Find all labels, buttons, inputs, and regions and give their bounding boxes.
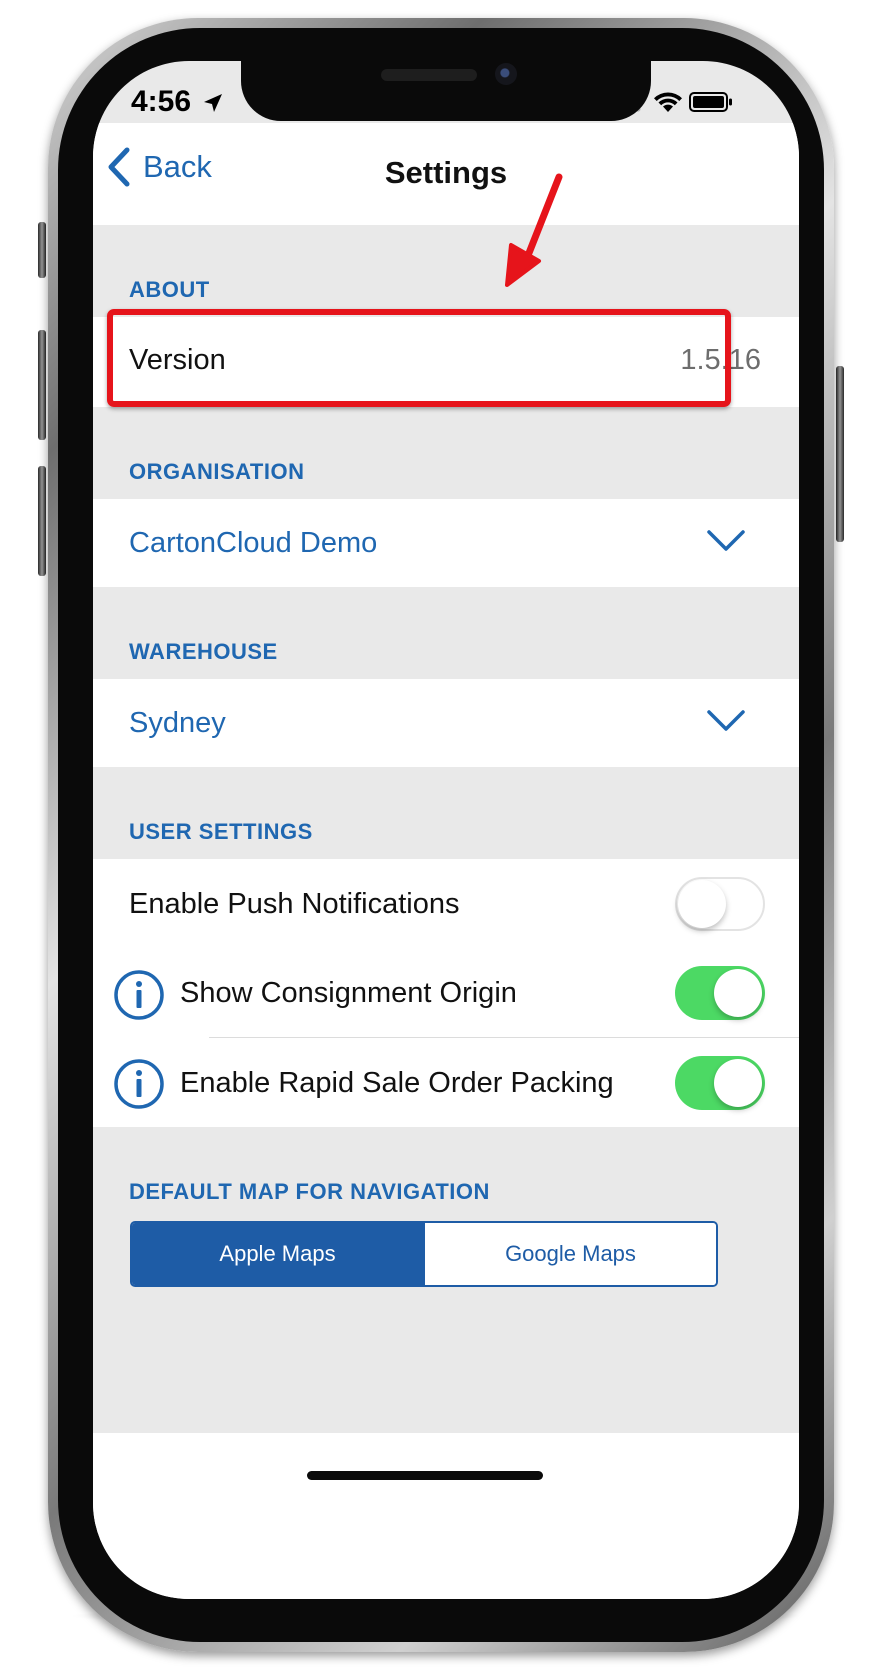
toggle-knob	[678, 880, 726, 928]
organisation-select[interactable]: CartonCloud Demo	[93, 499, 799, 587]
toggle-knob	[714, 1059, 762, 1107]
mute-switch	[38, 222, 46, 278]
home-indicator[interactable]	[307, 1471, 543, 1480]
annotation-arrow-icon	[505, 173, 563, 287]
annotation-highlight-box	[107, 309, 731, 407]
section-header-user-settings: USER SETTINGS	[129, 819, 313, 844]
battery-icon	[689, 92, 732, 112]
section-header-warehouse: WAREHOUSE	[129, 639, 278, 664]
location-arrow-icon	[204, 94, 222, 112]
info-icon[interactable]	[113, 1058, 165, 1110]
chevron-down-icon	[707, 530, 745, 551]
status-time: 4:56	[131, 85, 192, 118]
user-settings-group: Enable Push Notifications Show Consignme…	[93, 859, 799, 1127]
organisation-value: CartonCloud Demo	[129, 527, 378, 559]
earpiece-speaker	[381, 69, 477, 81]
rapid-packing-label: Enable Rapid Sale Order Packing	[180, 1067, 614, 1099]
navigation-bar: Back Settings	[93, 123, 799, 225]
volume-up-button	[38, 330, 46, 440]
warehouse-value: Sydney	[129, 707, 226, 739]
power-button	[836, 366, 844, 542]
rapid-packing-toggle[interactable]	[675, 1056, 765, 1110]
section-header-about: ABOUT	[129, 277, 210, 302]
warehouse-select[interactable]: Sydney	[93, 679, 799, 767]
map-segmented-control: Apple Maps Google Maps	[130, 1221, 718, 1287]
push-notifications-label: Enable Push Notifications	[129, 888, 460, 920]
consignment-origin-label: Show Consignment Origin	[180, 977, 517, 1009]
push-notifications-toggle[interactable]	[675, 877, 765, 931]
notch	[241, 61, 651, 121]
chevron-down-icon	[707, 710, 745, 731]
page-title: Settings	[384, 155, 508, 190]
apple-maps-segment[interactable]: Apple Maps	[132, 1223, 423, 1285]
front-camera	[495, 63, 517, 85]
wifi-icon	[654, 92, 682, 112]
screen: 4:56 Back Settings ABOUT Version 1.5.16 …	[93, 61, 799, 1599]
toggle-knob	[714, 969, 762, 1017]
info-icon[interactable]	[113, 969, 165, 1021]
section-header-default-map: DEFAULT MAP FOR NAVIGATION	[129, 1179, 490, 1204]
row-divider	[209, 1037, 799, 1038]
consignment-origin-toggle[interactable]	[675, 966, 765, 1020]
bottom-safe-area	[93, 1433, 799, 1599]
section-header-organisation: ORGANISATION	[129, 459, 305, 484]
volume-down-button	[38, 466, 46, 576]
google-maps-segment[interactable]: Google Maps	[423, 1223, 716, 1285]
